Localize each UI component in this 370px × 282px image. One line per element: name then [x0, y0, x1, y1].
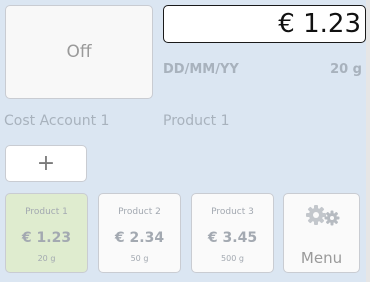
product-tile-3[interactable]: Product 3 € 3.45 500 g [191, 193, 274, 273]
product-tile-price: € 1.23 [21, 230, 72, 246]
plus-icon: + [36, 151, 56, 176]
weight-label: 20 g [330, 62, 362, 77]
product-tile-weight: 50 g [130, 254, 149, 263]
product-tile-price: € 2.34 [114, 230, 165, 246]
product-tile-price: € 3.45 [207, 230, 258, 246]
gears-icon [306, 205, 340, 226]
off-button-label: Off [66, 42, 92, 62]
product-tile-name: Product 1 [25, 207, 68, 217]
price-value: € 1.23 [278, 9, 361, 39]
screen-edge [366, 0, 370, 282]
product-tile-name: Product 3 [211, 207, 254, 217]
cost-account-label[interactable]: Cost Account 1 [4, 113, 109, 129]
product-tile-name: Product 2 [118, 207, 161, 217]
add-button[interactable]: + [5, 145, 87, 182]
product-tile-weight: 500 g [221, 254, 244, 263]
price-display: € 1.23 [163, 5, 366, 43]
product-tile-2[interactable]: Product 2 € 2.34 50 g [98, 193, 181, 273]
date-label: DD/MM/YY [163, 62, 239, 77]
app-screen: Off € 1.23 DD/MM/YY 20 g Cost Account 1 … [0, 0, 366, 282]
menu-label: Menu [300, 249, 343, 267]
product-name-label[interactable]: Product 1 [163, 113, 230, 129]
product-tile-weight: 20 g [37, 254, 56, 263]
product-tile-1[interactable]: Product 1 € 1.23 20 g [5, 193, 88, 273]
menu-button[interactable]: Menu [283, 193, 360, 273]
off-button[interactable]: Off [5, 5, 153, 99]
